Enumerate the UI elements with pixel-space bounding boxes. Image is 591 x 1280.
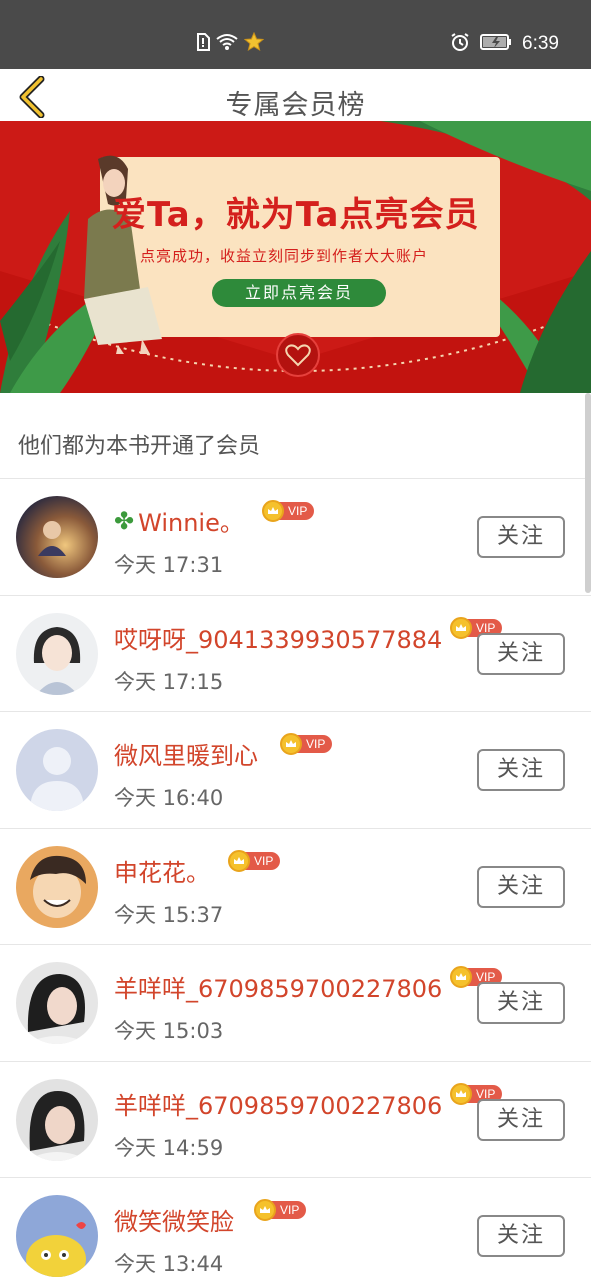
star-icon (243, 31, 265, 56)
avatar[interactable] (16, 1079, 98, 1161)
member-time: 今天 13:44 (114, 1252, 224, 1276)
follow-button[interactable]: 关注 (477, 866, 565, 908)
wifi-icon (216, 33, 238, 55)
member-name[interactable]: 微风里暖到心 (114, 736, 258, 771)
member-name[interactable]: 羊咩咩_6709859700227806 (114, 1086, 442, 1121)
page-title: 专属会员榜 (225, 90, 366, 121)
list-item: 申花花。 VIP 今天 15:37 关注 (0, 829, 591, 945)
crown-icon (254, 1199, 276, 1221)
clover-icon: ✤ (114, 506, 135, 535)
follow-button[interactable]: 关注 (477, 1215, 565, 1257)
status-bar: 6:39 (0, 0, 591, 69)
sim-alert-icon (196, 33, 210, 55)
section-title: 他们都为本书开通了会员 (18, 434, 261, 459)
crown-icon (450, 966, 472, 988)
member-time: 今天 17:31 (114, 553, 224, 577)
member-time: 今天 16:40 (114, 786, 224, 810)
list-item: 哎呀呀_9041339930577884 VIP 今天 17:15 关注 (0, 596, 591, 712)
status-icons-left (196, 31, 265, 56)
follow-button[interactable]: 关注 (477, 633, 565, 675)
vip-badge: VIP (254, 1199, 307, 1221)
vip-badge: VIP (228, 850, 281, 872)
member-name[interactable]: 羊咩咩_6709859700227806 (114, 969, 442, 1004)
avatar[interactable] (16, 962, 98, 1044)
avatar[interactable] (16, 1195, 98, 1277)
status-time: 6:39 (522, 33, 559, 54)
crown-icon (228, 850, 250, 872)
member-time: 今天 17:15 (114, 670, 224, 694)
avatar[interactable] (16, 846, 98, 928)
member-name[interactable]: 申花花。 (114, 853, 210, 888)
banner-headline: 爱Ta，就为Ta点亮会员 (112, 195, 480, 235)
list-item: 微风里暖到心 VIP 今天 16:40 关注 (0, 712, 591, 828)
crown-icon (450, 617, 472, 639)
list-item: 羊咩咩_6709859700227806 VIP 今天 15:03 关注 (0, 945, 591, 1061)
avatar[interactable] (16, 613, 98, 695)
light-up-membership-button[interactable]: 立即点亮会员 (212, 279, 386, 307)
member-name[interactable]: 哎呀呀_9041339930577884 (114, 620, 442, 655)
avatar[interactable] (16, 729, 98, 811)
promo-banner[interactable]: 爱Ta，就为Ta点亮会员 点亮成功，收益立刻同步到作者大大账户 立即点亮会员 (0, 121, 591, 393)
member-name[interactable]: 微笑微笑脸 (114, 1202, 234, 1237)
follow-button[interactable]: 关注 (477, 1099, 565, 1141)
banner-subtitle: 点亮成功，收益立刻同步到作者大大账户 (140, 247, 429, 265)
follow-button[interactable]: 关注 (477, 516, 565, 558)
avatar[interactable] (16, 496, 98, 578)
member-time: 今天 15:03 (114, 1019, 224, 1043)
crown-icon (280, 733, 302, 755)
member-name[interactable]: ✤ Winnie。 (114, 503, 244, 538)
crown-icon (262, 500, 284, 522)
list-item: ✤ Winnie。 VIP 今天 17:31 关注 (0, 479, 591, 595)
list-item: 微笑微笑脸 VIP 今天 13:44 关注 (0, 1178, 591, 1280)
status-icons-right: 6:39 (450, 32, 559, 56)
vip-badge: VIP (262, 500, 315, 522)
crown-icon (450, 1083, 472, 1105)
follow-button[interactable]: 关注 (477, 982, 565, 1024)
alarm-icon (450, 32, 470, 57)
vip-badge: VIP (280, 733, 333, 755)
list-item: 羊咩咩_6709859700227806 VIP 今天 14:59 关注 (0, 1062, 591, 1178)
app-header: 专属会员榜 (0, 69, 591, 121)
member-time: 今天 14:59 (114, 1136, 224, 1160)
member-time: 今天 15:37 (114, 903, 224, 927)
follow-button[interactable]: 关注 (477, 749, 565, 791)
battery-charging-icon (480, 33, 512, 56)
heart-seal-icon (276, 333, 320, 377)
